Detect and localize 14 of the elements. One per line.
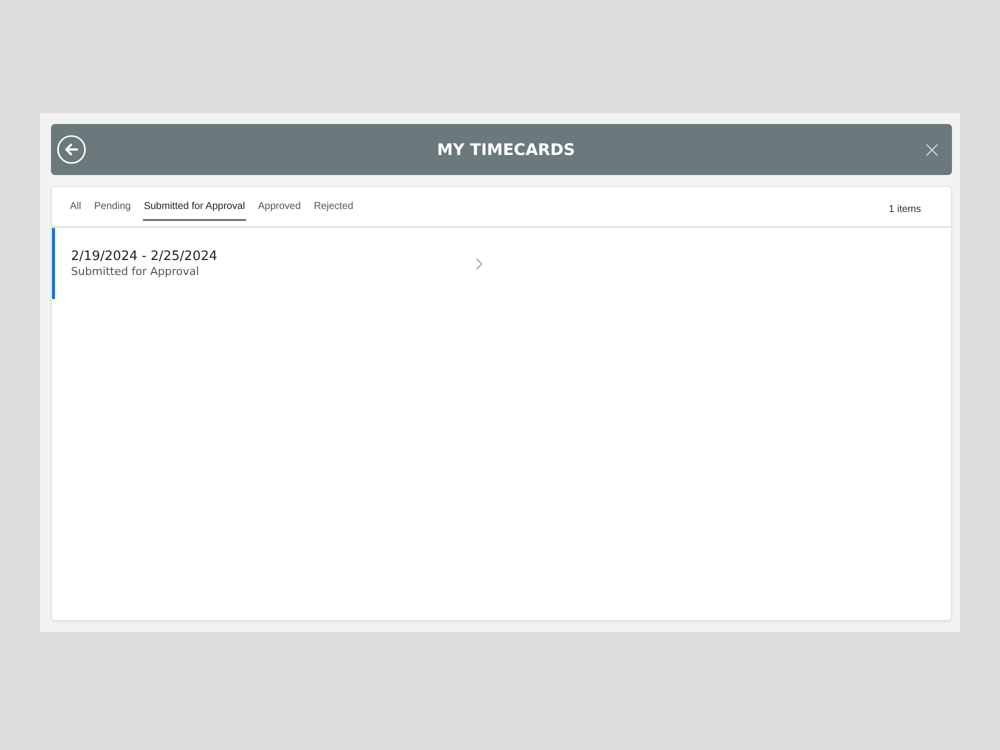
window-title: MY TIMECARDS [436, 140, 576, 159]
filter-tab[interactable]: Submitted for Approval [142, 187, 246, 221]
close-icon [926, 144, 938, 156]
timecard-period: 2/19/2024 - 2/25/2024 [71, 249, 218, 264]
filter-tab[interactable]: Rejected [312, 187, 354, 221]
close-button[interactable] [926, 144, 938, 156]
back-button[interactable] [57, 135, 86, 164]
item-count: 1 items [888, 204, 921, 215]
filter-tab[interactable]: Approved [257, 187, 302, 221]
timecard-status: Submitted for Approval [71, 265, 200, 278]
chevron-right-icon [476, 258, 482, 270]
filter-tab[interactable]: Pending [93, 187, 132, 221]
timecard-row[interactable]: 2/19/2024 - 2/25/2024 Submitted for Approval [52, 228, 492, 299]
filter-tab[interactable]: All [69, 187, 82, 221]
